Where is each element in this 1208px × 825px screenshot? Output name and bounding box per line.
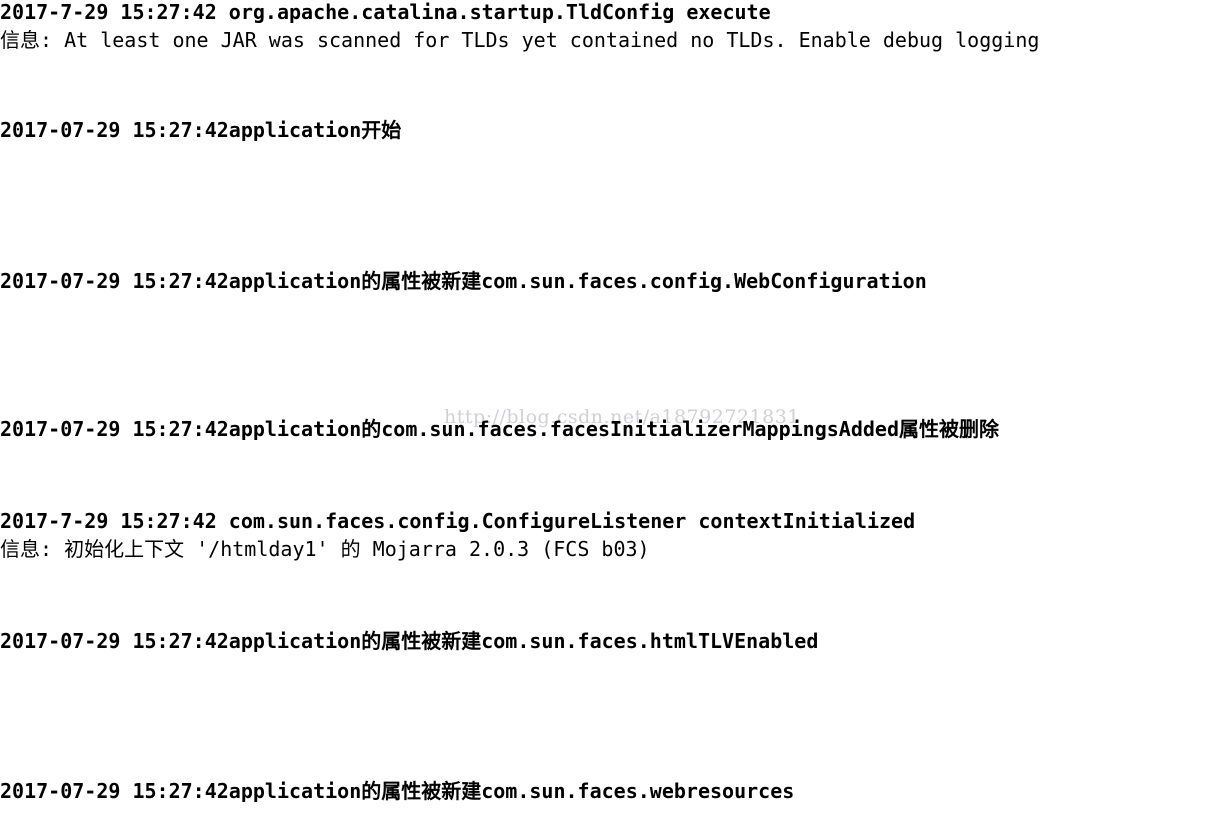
log-line: 2017-07-29 15:27:42application的com.sun.f… xyxy=(0,417,999,441)
log-line: 2017-07-29 15:27:42application的属性被新建com.… xyxy=(0,779,795,803)
log-line: 2017-07-29 15:27:42application的属性被新建com.… xyxy=(0,269,927,293)
log-line: 信息: At least one JAR was scanned for TLD… xyxy=(0,28,1040,52)
log-line: 2017-07-29 15:27:42application开始 xyxy=(0,118,402,142)
console-log-output[interactable]: 2017-7-29 15:27:42 org.apache.catalina.s… xyxy=(0,0,1208,825)
log-line: 信息: 初始化上下文 '/htmlday1' 的 Mojarra 2.0.3 (… xyxy=(0,537,650,561)
log-line: 2017-07-29 15:27:42application的属性被新建com.… xyxy=(0,629,819,653)
log-line: 2017-7-29 15:27:42 com.sun.faces.config.… xyxy=(0,509,916,533)
log-line: 2017-7-29 15:27:42 org.apache.catalina.s… xyxy=(0,0,771,24)
